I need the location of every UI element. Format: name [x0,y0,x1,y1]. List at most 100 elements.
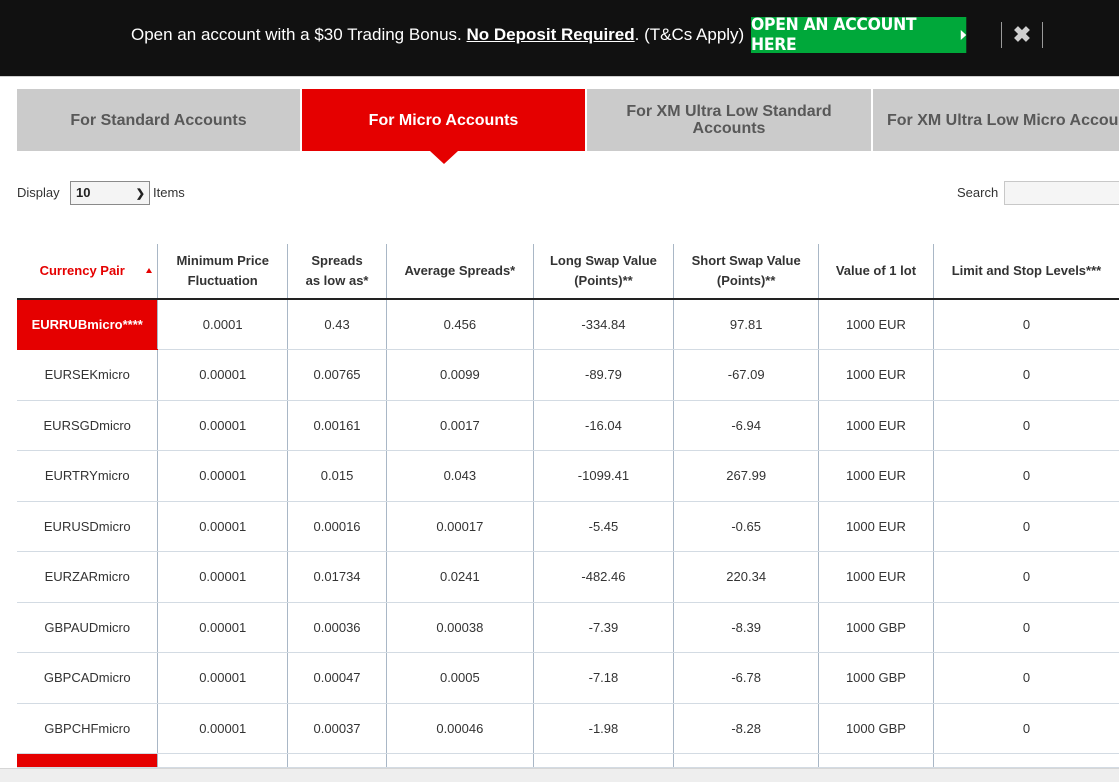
cell-spreads-as-low-as: 0.43 [286,299,387,350]
cell-average-spreads: 0.0099 [386,349,534,401]
cell-long-swap-value: -1099.41 [532,450,674,502]
cell-min-price-fluctuation: 0.00001 [157,450,288,502]
column-header-long-swap-value[interactable]: Long Swap Value (Points)** [532,244,674,300]
cell-value-of-1-lot: 1000 EUR [817,450,934,502]
search-input[interactable] [1004,181,1119,205]
display-label: Display [17,185,60,200]
column-header-limit-stop-levels[interactable]: Limit and Stop Levels*** [932,244,1119,300]
table-row[interactable]: GBPAUDmicro 0.00001 0.00036 0.00038 -7.39 -8.… [17,602,1119,653]
table-row[interactable]: GBPCADmicro 0.00001 0.00047 0.0005 -7.18 -6.7… [17,652,1119,704]
caret-right-icon [960,30,967,40]
cell-limit-stop-levels [932,753,1119,768]
cell-short-swap-value: 220.34 [673,551,819,603]
cell-short-swap-value: -67.09 [673,349,819,401]
horizontal-scrollbar[interactable] [0,768,1119,782]
column-header-label: Spreads [311,253,363,268]
cell-min-price-fluctuation: 0.00001 [157,501,288,552]
cell-average-spreads: 0.0241 [386,551,534,603]
column-header-label: (Points)** [716,273,776,288]
cell-value-of-1-lot: 1000 EUR [817,349,934,401]
table-row[interactable]: GBPCHFmicro 0.00001 0.00037 0.00046 -1.98 -8.… [17,703,1119,754]
cell-currency-pair: EURSEKmicro [17,349,158,401]
cell-average-spreads: 0.00038 [386,602,534,653]
cell-currency-pair: EURUSDmicro [17,501,158,552]
tab-standard-accounts[interactable]: For Standard Accounts [17,89,302,151]
cell-min-price-fluctuation: 0.00001 [157,703,288,754]
table-row[interactable]: EURTRYmicro 0.00001 0.015 0.043 -1099.41 267.… [17,450,1119,502]
cell-short-swap-value: 267.99 [673,450,819,502]
cell-min-price-fluctuation: 0.00001 [157,602,288,653]
cell-currency-pair: GBPCADmicro [17,652,158,704]
column-header-label: Limit and Stop Levels*** [951,263,1102,278]
promo-text-tail: . (T&Cs Apply) [634,25,745,44]
cell-min-price-fluctuation [157,753,288,768]
cell-long-swap-value: -16.04 [532,400,674,451]
cell-limit-stop-levels: 0 [932,400,1119,451]
divider [1001,22,1002,48]
divider [1042,22,1043,48]
table-row[interactable]: EURSGDmicro 0.00001 0.00161 0.0017 -16.04 -6.… [17,400,1119,451]
cell-average-spreads: 0.0005 [386,652,534,704]
tab-ultra-low-micro-accounts[interactable]: For XM Ultra Low Micro Accounts [873,89,1119,151]
column-header-label: as low as* [305,273,369,288]
cell-spreads-as-low-as: 0.00161 [286,400,387,451]
column-header-spreads-as-low-as[interactable]: Spreads as low as* [286,244,387,300]
column-header-label: Fluctuation [187,273,258,288]
column-header-value-of-1-lot[interactable]: Value of 1 lot [817,244,934,300]
cell-limit-stop-levels: 0 [932,551,1119,603]
tab-label: For Micro Accounts [368,111,519,129]
cell-spreads-as-low-as: 0.01734 [286,551,387,603]
cell-currency-pair: GBPAUDmicro [17,602,158,653]
tab-ultra-low-standard-accounts[interactable]: For XM Ultra Low Standard Accounts [587,89,873,151]
cell-long-swap-value: -482.46 [532,551,674,603]
cell-currency-pair [17,753,158,768]
promo-banner: Open an account with a $30 Trading Bonus… [0,0,1119,77]
items-label: Items [153,185,185,200]
column-header-average-spreads[interactable]: Average Spreads* [386,244,534,300]
column-header-label: Minimum Price [176,253,269,268]
close-icon[interactable]: ✖ [1010,22,1034,48]
table-row[interactable]: EURZARmicro 0.00001 0.01734 0.0241 -482.46 22… [17,551,1119,603]
table-row[interactable]: EURRUBmicro**** 0.0001 0.43 0.456 -334.84 97.… [17,299,1119,350]
cell-long-swap-value [532,753,674,768]
cell-min-price-fluctuation: 0.00001 [157,652,288,704]
tab-micro-accounts[interactable]: For Micro Accounts [302,89,587,164]
sort-ascending-icon[interactable] [146,268,153,273]
cell-average-spreads: 0.043 [386,450,534,502]
cell-spreads-as-low-as: 0.00037 [286,703,387,754]
cell-average-spreads: 0.0017 [386,400,534,451]
table-row[interactable] [17,753,1119,768]
cell-min-price-fluctuation: 0.00001 [157,400,288,451]
cell-value-of-1-lot: 1000 EUR [817,400,934,451]
cell-average-spreads: 0.00017 [386,501,534,552]
column-header-label: Value of 1 lot [835,263,917,278]
cell-limit-stop-levels: 0 [932,299,1119,350]
cell-long-swap-value: -7.18 [532,652,674,704]
display-count-select[interactable]: 10 ❯ [70,181,150,205]
cell-long-swap-value: -334.84 [532,299,674,350]
tab-label: For XM Ultra Low Standard Accounts [626,103,832,137]
cell-min-price-fluctuation: 0.00001 [157,551,288,603]
column-header-label: Short Swap Value [691,253,801,268]
column-header-label: Long Swap Value [549,253,657,268]
cell-long-swap-value: -89.79 [532,349,674,401]
cell-currency-pair: EURZARmicro [17,551,158,603]
cell-value-of-1-lot: 1000 EUR [817,551,934,603]
cell-short-swap-value: -6.94 [673,400,819,451]
table-row[interactable]: EURUSDmicro 0.00001 0.00016 0.00017 -5.45 -0.… [17,501,1119,552]
cell-long-swap-value: -1.98 [532,703,674,754]
promo-text-lead: Open an account with a $30 Trading Bonus… [131,25,467,44]
table-row[interactable]: EURSEKmicro 0.00001 0.00765 0.0099 -89.79 -67… [17,349,1119,401]
account-type-tabs: For Standard Accounts For Micro Accounts… [17,89,1119,164]
column-header-min-price-fluctuation[interactable]: Minimum Price Fluctuation [157,244,288,300]
cell-spreads-as-low-as: 0.00016 [286,501,387,552]
open-account-button[interactable]: OPEN AN ACCOUNT HERE [751,15,967,55]
column-header-short-swap-value[interactable]: Short Swap Value (Points)** [673,244,819,300]
promo-no-deposit-link[interactable]: No Deposit Required [467,25,635,44]
column-header-currency-pair[interactable]: Currency Pair [17,244,158,300]
tab-label: For XM Ultra Low Micro Accounts [887,111,1119,129]
cell-value-of-1-lot: 1000 EUR [817,299,934,350]
column-header-label: (Points)** [574,273,633,288]
cell-value-of-1-lot: 1000 EUR [817,501,934,552]
column-header-label: Average Spreads* [404,263,516,278]
